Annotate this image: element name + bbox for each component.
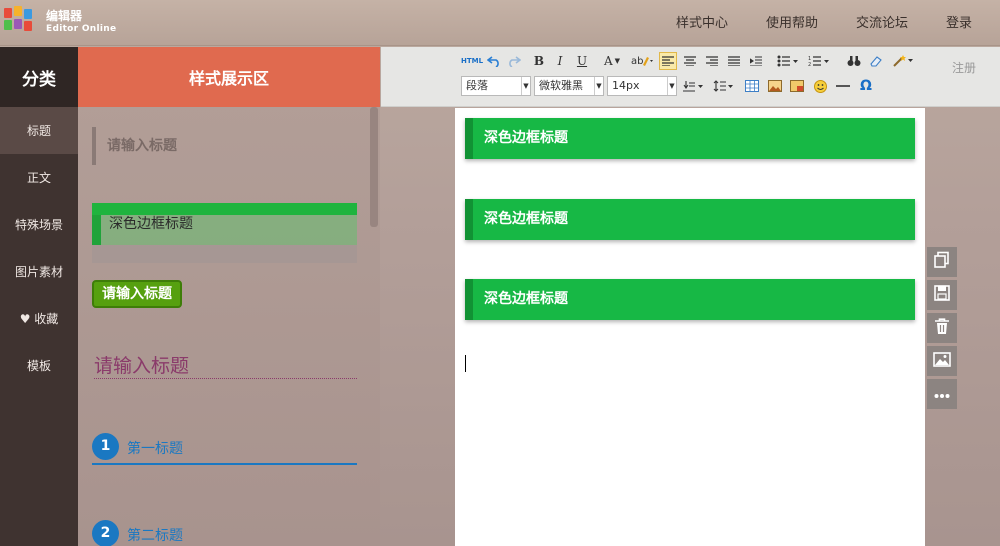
- align-justify-icon[interactable]: [725, 52, 743, 70]
- number-badge: 2: [92, 520, 119, 546]
- trash-icon: [934, 317, 950, 339]
- save-button[interactable]: [927, 280, 957, 310]
- font-color-button[interactable]: A ▼: [599, 52, 625, 70]
- copy-icon: [933, 251, 951, 273]
- sample-top-band: [92, 203, 357, 215]
- sidebar-item-title[interactable]: 标题: [0, 107, 78, 154]
- highlight-color-icon[interactable]: ab: [629, 52, 655, 70]
- chevron-down-icon: ▼: [614, 57, 621, 65]
- logo-icon: [4, 6, 44, 38]
- sidebar-item-favorites[interactable]: ♥ 收藏: [0, 295, 78, 342]
- top-bar: 编辑器 Editor Online 样式中心 使用帮助 交流论坛 登录: [0, 0, 1000, 46]
- style-sample-numbered-2[interactable]: 2 第二标题: [92, 520, 357, 546]
- unordered-list-icon[interactable]: [774, 52, 802, 70]
- chevron-down-icon: ▼: [594, 77, 603, 95]
- image-insert-icon[interactable]: [766, 77, 784, 95]
- undo-icon[interactable]: [485, 52, 503, 70]
- horizontal-rule-icon[interactable]: [834, 77, 852, 95]
- delete-button[interactable]: [927, 313, 957, 343]
- font-family-value: 微软雅黑: [539, 79, 583, 92]
- ordered-list-icon[interactable]: 12: [805, 52, 833, 70]
- sample-label: 第一标题: [127, 441, 183, 457]
- editor-title-block[interactable]: 深色边框标题: [465, 199, 915, 240]
- html-source-button[interactable]: HTML: [461, 52, 483, 70]
- sidebar-item-body[interactable]: 正文: [0, 154, 78, 201]
- align-center-icon[interactable]: [681, 52, 699, 70]
- indent-icon[interactable]: [747, 52, 765, 70]
- sample-label: 第二标题: [127, 528, 183, 544]
- paragraph-format-value: 段落: [466, 79, 488, 92]
- underline-button[interactable]: U: [574, 52, 590, 70]
- sidebar-title: 分类: [0, 47, 78, 107]
- watermark-title: Baidu 经验: [766, 461, 920, 546]
- brand-name: 编辑器: [46, 9, 83, 23]
- font-size-value: 14px: [612, 79, 640, 92]
- sidebar-item-special[interactable]: 特殊场景: [0, 201, 78, 248]
- font-color-glyph: A: [603, 54, 613, 68]
- italic-button[interactable]: I: [552, 52, 568, 70]
- style-sample-green-badge[interactable]: 请输入标题: [92, 280, 182, 308]
- table-icon[interactable]: [743, 77, 761, 95]
- save-icon: [934, 285, 950, 305]
- more-button[interactable]: [927, 379, 957, 409]
- bold-button[interactable]: B: [531, 52, 547, 70]
- sidebar-item-templates[interactable]: 模板: [0, 342, 78, 389]
- more-icon: [934, 387, 950, 402]
- style-panel: 样式展示区 请输入标题 深色边框标题 请输入标题 请输入标题 1 第一标题 2 …: [78, 47, 380, 546]
- text-caret: [465, 355, 466, 372]
- nav-forum[interactable]: 交流论坛: [856, 12, 908, 31]
- align-left-icon[interactable]: [659, 52, 677, 70]
- image-icon: [933, 351, 951, 371]
- brand-subtitle: Editor Online: [46, 24, 117, 34]
- sample-shadow-band: [92, 245, 357, 263]
- register-link[interactable]: 注册: [952, 59, 976, 76]
- sidebar-item-images[interactable]: 图片素材: [0, 248, 78, 295]
- chevron-down-icon: ▼: [521, 77, 530, 95]
- nav-login[interactable]: 登录: [946, 12, 972, 31]
- svg-text:ab: ab: [631, 56, 643, 67]
- editor-title-block[interactable]: 深色边框标题: [465, 118, 915, 159]
- style-panel-scrollbar[interactable]: [370, 107, 378, 227]
- align-right-icon[interactable]: [703, 52, 721, 70]
- find-replace-icon[interactable]: [845, 52, 863, 70]
- style-panel-title: 样式展示区: [78, 47, 380, 107]
- style-sample-purple-underline[interactable]: 请输入标题: [94, 351, 357, 379]
- magic-wand-icon[interactable]: [889, 52, 917, 70]
- font-family-select[interactable]: 微软雅黑 ▼: [534, 76, 604, 96]
- paragraph-format-select[interactable]: 段落 ▼: [461, 76, 531, 96]
- copy-button[interactable]: [927, 247, 957, 277]
- eraser-icon[interactable]: [867, 52, 885, 70]
- special-character-button[interactable]: Ω: [857, 77, 875, 95]
- font-size-select[interactable]: 14px ▼: [607, 76, 677, 96]
- gallery-icon[interactable]: [788, 77, 806, 95]
- svg-text:2: 2: [808, 62, 811, 67]
- nav-help[interactable]: 使用帮助: [766, 12, 818, 31]
- number-badge: 1: [92, 433, 119, 460]
- emoji-icon[interactable]: [811, 77, 829, 95]
- sample-label: 深色边框标题: [109, 216, 193, 232]
- paragraph-spacing-icon[interactable]: [681, 77, 707, 95]
- baidu-watermark: Baidu 经验 jingyan.baidu.com: [766, 434, 946, 546]
- line-height-icon[interactable]: [711, 77, 737, 95]
- category-sidebar: 分类 标题 正文 特殊场景 图片素材 ♥ 收藏 模板: [0, 47, 78, 546]
- style-sample-left-bar[interactable]: 请输入标题: [92, 127, 352, 165]
- watermark-url: jingyan.baidu.com: [766, 502, 895, 517]
- image-button[interactable]: [927, 346, 957, 376]
- style-sample-numbered-1[interactable]: 1 第一标题: [92, 433, 357, 465]
- nav-style-center[interactable]: 样式中心: [676, 12, 728, 31]
- editor-toolbar: HTML B I U A ▼ ab 12 注册 段落 ▼ 微软雅黑 ▼ 14px…: [381, 47, 1000, 107]
- top-nav: 样式中心 使用帮助 交流论坛 登录: [676, 12, 972, 31]
- redo-icon[interactable]: [505, 52, 523, 70]
- editor-title-block[interactable]: 深色边框标题: [465, 279, 915, 320]
- style-sample-dark-border[interactable]: 深色边框标题: [92, 203, 357, 263]
- chevron-down-icon: ▼: [667, 77, 676, 95]
